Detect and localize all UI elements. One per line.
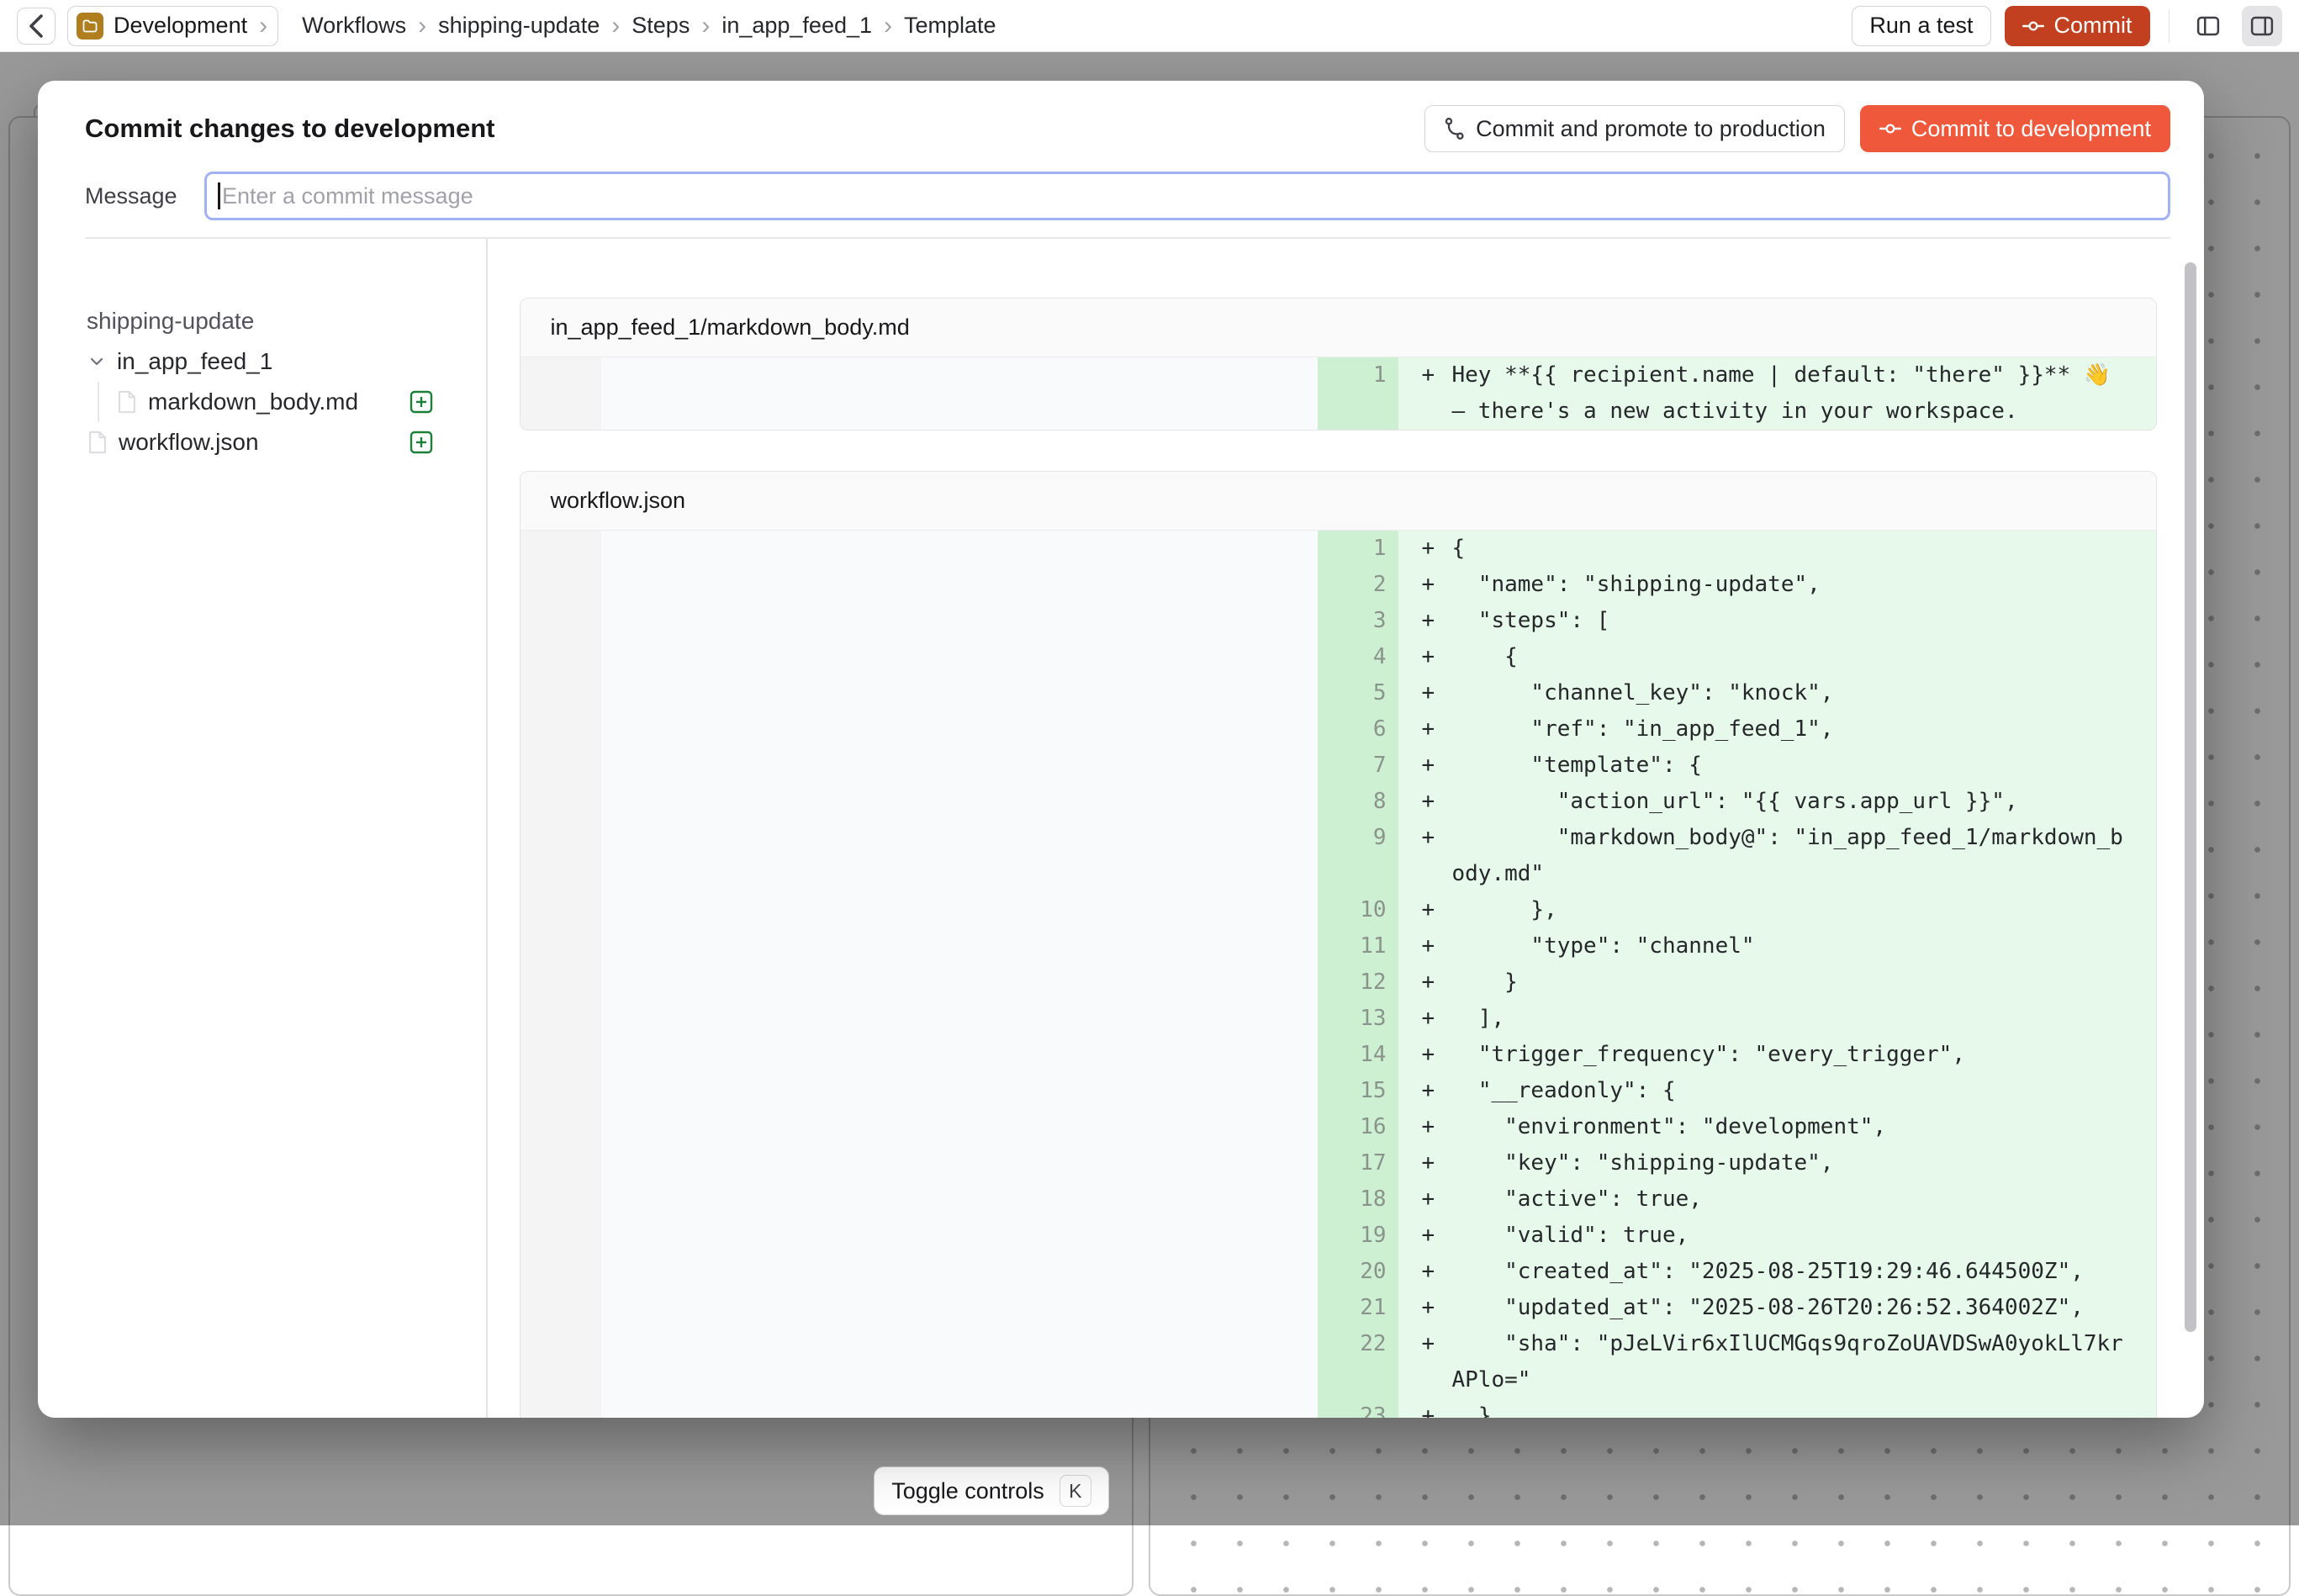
tree-item-label: in_app_feed_1 [117, 348, 272, 375]
tree-item-workflow-root: shipping-update [87, 301, 436, 341]
diff-added-line: 13+ ], [1318, 1001, 2157, 1037]
diff-added-line: 12+ } [1318, 964, 2157, 1001]
shortcut-key-badge: K [1060, 1475, 1091, 1507]
diff-added-line: 18+ "active": true, [1318, 1181, 2157, 1218]
commit-icon [2022, 15, 2044, 37]
commit-modal-header: Commit changes to development Commit and… [38, 81, 2204, 239]
diff-added-line: 10+ }, [1318, 892, 2157, 928]
commit-to-development-label: Commit to development [1911, 116, 2151, 142]
file-icon [87, 431, 108, 454]
run-a-test-button[interactable]: Run a test [1852, 6, 1990, 46]
tree-item-workflow-json: workflow.json [87, 422, 436, 462]
commit-button-label: Commit [2054, 13, 2133, 39]
breadcrumb-template[interactable]: Template [904, 13, 996, 39]
file-header: workflow.json [521, 472, 2157, 531]
diff-added-line: 14+ "trigger_frequency": "every_trigger"… [1318, 1037, 2157, 1073]
commit-modal: Commit changes to development Commit and… [38, 81, 2204, 1418]
file-header: in_app_feed_1/markdown_body.md [521, 299, 2157, 357]
diff-added-line: 3+ "steps": [ [1318, 603, 2157, 639]
tree-item-label[interactable]: markdown_body.md [148, 388, 358, 415]
diff-card-markdown-body: in_app_feed_1/markdown_body.md 1+Hey **{… [520, 298, 2158, 431]
tree-item-folder[interactable]: in_app_feed_1 [87, 341, 436, 382]
toggle-controls-label: Toggle controls [891, 1478, 1044, 1504]
breadcrumb-separator: › [600, 13, 632, 39]
commit-to-development-button[interactable]: Commit to development [1860, 105, 2170, 152]
commit-and-promote-button[interactable]: Commit and promote to production [1424, 105, 1845, 152]
diff-added-line: 23+ } [1318, 1398, 2157, 1419]
breadcrumb-step[interactable]: in_app_feed_1 [721, 13, 872, 39]
left-panel-toggle-icon[interactable] [2188, 6, 2228, 46]
commit-button[interactable]: Commit [2005, 6, 2150, 46]
right-panel-toggle-icon[interactable] [2242, 6, 2282, 46]
diff-added-line: 15+ "__readonly": { [1318, 1073, 2157, 1109]
chevron-left-icon [28, 13, 45, 39]
diff-added-line: 1+{ [1318, 531, 2157, 567]
message-label: Message [85, 183, 204, 209]
commit-icon [1879, 118, 1901, 140]
diff-added-line: 20+ "created_at": "2025-08-25T19:29:46.6… [1318, 1254, 2157, 1290]
environment-switcher[interactable]: Development › [67, 6, 278, 46]
diff-added-line: 5+ "channel_key": "knock", [1318, 675, 2157, 711]
toolbar-divider [2169, 9, 2170, 43]
diff-new-pane: 1+{2+ "name": "shipping-update",3+ "step… [1318, 531, 2157, 1419]
toggle-controls-button[interactable]: Toggle controls K [874, 1467, 1109, 1515]
file-icon [116, 390, 138, 414]
diff-added-line: 19+ "valid": true, [1318, 1218, 2157, 1254]
diff-viewer: in_app_feed_1/markdown_body.md 1+Hey **{… [488, 239, 2205, 1419]
commit-and-promote-label: Commit and promote to production [1476, 116, 1826, 142]
diff-old-pane [521, 531, 1318, 1419]
breadcrumb-steps[interactable]: Steps [632, 13, 690, 39]
diff-added-line: 9+ "markdown_body@": "in_app_feed_1/mark… [1318, 820, 2157, 892]
diff-added-line: 6+ "ref": "in_app_feed_1", [1318, 711, 2157, 748]
added-file-plus-icon [407, 428, 436, 457]
back-button[interactable] [17, 8, 55, 45]
diff-added-line: 17+ "key": "shipping-update", [1318, 1145, 2157, 1181]
modal-title: Commit changes to development [85, 114, 494, 144]
commit-message-input[interactable] [204, 172, 2170, 220]
changed-files-tree: shipping-update in_app_feed_1 markdown_b… [38, 239, 486, 1419]
diff-card-workflow-json: workflow.json 1+{2+ "name": "shipping-up… [520, 471, 2158, 1419]
breadcrumb-workflow-key[interactable]: shipping-update [438, 13, 600, 39]
breadcrumb-separator: › [406, 13, 438, 39]
scrollbar-thumb[interactable] [2185, 262, 2196, 1332]
diff-added-line: 21+ "updated_at": "2025-08-26T20:26:52.3… [1318, 1290, 2157, 1326]
added-file-plus-icon [407, 388, 436, 416]
tree-item-label[interactable]: workflow.json [119, 429, 259, 456]
diff-added-line: 2+ "name": "shipping-update", [1318, 567, 2157, 603]
promote-icon [1444, 117, 1466, 140]
environment-label: Development [114, 13, 247, 39]
diff-old-pane [521, 357, 1318, 430]
diff-added-line: 16+ "environment": "development", [1318, 1109, 2157, 1145]
breadcrumb-separator: › [872, 13, 904, 39]
chevron-right-icon: › [257, 13, 267, 39]
breadcrumb-separator: › [690, 13, 721, 39]
diff-added-line: 8+ "action_url": "{{ vars.app_url }}", [1318, 784, 2157, 820]
diff-added-line: 7+ "template": { [1318, 748, 2157, 784]
top-bar: Development › Workflows › shipping-updat… [0, 0, 2299, 52]
diff-added-line: 1+Hey **{{ recipient.name | default: "th… [1318, 357, 2157, 430]
diff-added-line: 11+ "type": "channel" [1318, 928, 2157, 964]
text-caret [218, 182, 220, 209]
chevron-down-icon [87, 351, 107, 372]
diff-new-pane: 1+Hey **{{ recipient.name | default: "th… [1318, 357, 2157, 430]
breadcrumb-workflows[interactable]: Workflows [302, 13, 406, 39]
modal-scrollbar[interactable] [2182, 254, 2199, 1412]
diff-added-line: 4+ { [1318, 639, 2157, 675]
diff-added-line: 22+ "sha": "pJeLVir6xIlUCMGqs9qroZoUAVDS… [1318, 1326, 2157, 1398]
tree-children: markdown_body.md [98, 382, 436, 422]
folder-icon [77, 13, 103, 40]
tree-item-markdown-body: markdown_body.md [99, 382, 436, 422]
